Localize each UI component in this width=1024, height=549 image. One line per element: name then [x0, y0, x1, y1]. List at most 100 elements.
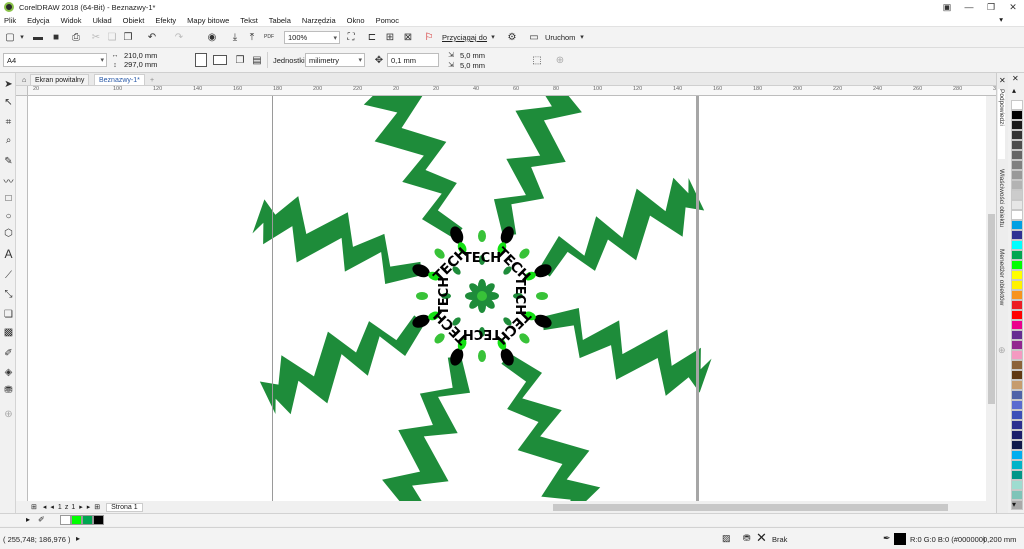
duplicate-y-field[interactable]: 5,0 mm — [457, 60, 517, 70]
new-tab-icon[interactable]: + — [146, 74, 158, 86]
vertical-scroll-thumb[interactable] — [988, 214, 995, 404]
menu-okno[interactable]: Okno — [347, 16, 365, 25]
artistic-media-icon[interactable]: 〰 — [2, 173, 15, 188]
green-leaf[interactable] — [517, 247, 531, 261]
palette-swatch[interactable] — [1011, 240, 1023, 250]
docker-close-icon[interactable]: ✕ — [999, 76, 1006, 85]
fill-bucket-icon[interactable]: ⛃ — [743, 533, 751, 544]
redo-icon[interactable]: ↷ — [172, 31, 186, 43]
all-pages-icon[interactable]: ❐ — [233, 53, 247, 67]
tab-document[interactable]: Beznazwy-1* — [94, 74, 145, 86]
page-frame-icon[interactable]: ⬚ — [530, 53, 544, 67]
pick-tool-icon[interactable]: ➤ — [2, 77, 15, 91]
center-dot[interactable] — [477, 291, 487, 301]
prev-page-icon[interactable]: ◂ — [50, 503, 54, 511]
close-button[interactable]: ✕ — [1002, 0, 1024, 14]
copy-icon[interactable]: ❏ — [106, 31, 118, 43]
outline-color-swatch[interactable] — [894, 533, 906, 545]
document-palette-swatch[interactable] — [71, 515, 82, 525]
green-zigzag-arm[interactable] — [531, 284, 717, 412]
horizontal-ruler[interactable]: 20 100 120 140 160 180 200 220 20 20 40 60 80 100 120 1… — [28, 86, 996, 96]
palette-swatch[interactable] — [1011, 160, 1023, 170]
print-icon[interactable]: ⎙ — [70, 31, 82, 43]
maximize-button[interactable]: ❐ — [980, 0, 1002, 14]
palette-swatch[interactable] — [1011, 390, 1023, 400]
show-guidelines-icon[interactable]: ⊠ — [402, 31, 414, 43]
page-tab-strona-1[interactable]: Strona 1 — [106, 502, 143, 512]
rectangle-tool-icon[interactable]: □ — [2, 191, 15, 205]
prev-first-icon[interactable]: ◂ — [43, 503, 47, 511]
export-icon[interactable]: ⤒ — [246, 31, 258, 43]
palette-swatch[interactable] — [1011, 470, 1023, 480]
palette-swatch[interactable] — [1011, 300, 1023, 310]
cut-icon[interactable]: ✂ — [90, 31, 102, 43]
outline-pen-icon[interactable]: ✒ — [883, 533, 891, 544]
smart-fill-icon[interactable]: ⛃ — [2, 383, 15, 397]
show-rulers-icon[interactable]: ⊏ — [366, 31, 378, 43]
polygon-tool-icon[interactable]: ⬡ — [2, 226, 15, 240]
palette-expand-icon[interactable]: ▸ — [26, 515, 30, 524]
launch-app-icon[interactable]: ▭ — [528, 31, 540, 43]
interactive-fill-icon[interactable]: ◈ — [2, 365, 15, 379]
palette-swatch[interactable] — [1011, 380, 1023, 390]
open-icon[interactable]: ▬ — [32, 31, 44, 43]
menu-tabela[interactable]: Tabela — [269, 16, 291, 25]
menu-uklad[interactable]: Układ — [92, 16, 111, 25]
connector-tool-icon[interactable]: ⤡ — [2, 287, 15, 301]
palette-swatch[interactable] — [1011, 200, 1023, 210]
document-palette-swatch[interactable] — [60, 515, 71, 525]
menu-narzedzia[interactable]: Narzędzia — [302, 16, 336, 25]
undo-icon[interactable]: ↶ — [145, 31, 159, 43]
palette-swatch[interactable] — [1011, 490, 1023, 500]
green-zigzag-arm[interactable] — [252, 296, 438, 424]
page-width-field[interactable]: 210,0 mm — [121, 51, 173, 60]
help-arrow-icon[interactable]: ▾ — [999, 15, 1003, 24]
palette-swatch[interactable] — [1011, 330, 1023, 340]
docker-tab-properties[interactable]: Właściwości obiektu — [998, 169, 1005, 239]
paste-icon[interactable]: ❐ — [122, 31, 134, 43]
home-tab-icon[interactable]: ⌂ — [18, 74, 30, 86]
new-document-icon[interactable]: ▢ — [4, 31, 16, 43]
green-leaf[interactable] — [478, 350, 486, 362]
new-dropdown-icon[interactable]: ▾ — [18, 31, 26, 43]
green-leaf[interactable] — [416, 292, 428, 300]
palette-swatch[interactable] — [1011, 170, 1023, 180]
launch-label[interactable]: Uruchom — [545, 33, 575, 42]
current-page-icon[interactable]: ▤ — [250, 53, 264, 67]
palette-swatch[interactable] — [1011, 460, 1023, 470]
units-select[interactable]: milimetry — [305, 53, 365, 67]
import-icon[interactable]: ⤓ — [229, 31, 241, 43]
docker-add-icon[interactable]: ⊕ — [998, 345, 1006, 356]
snap-dropdown-icon[interactable]: ▾ — [489, 31, 497, 43]
crop-tool-icon[interactable]: ⌗ — [2, 115, 15, 129]
tech-text[interactable]: TECH — [463, 326, 501, 341]
shape-tool-icon[interactable]: ↖ — [2, 95, 15, 109]
tab-welcome-screen[interactable]: Ekran powitalny — [30, 74, 90, 86]
options-gear-icon[interactable]: ⚙ — [506, 31, 518, 43]
menu-widok[interactable]: Widok — [61, 16, 82, 25]
document-palette-swatch[interactable] — [93, 515, 104, 525]
drawing-canvas[interactable]: TECH TECH TECH TECH TECH TECH TECH TECH — [28, 96, 996, 501]
palette-close-icon[interactable]: ✕ — [1012, 74, 1019, 83]
save-icon[interactable]: ■ — [50, 31, 62, 43]
zoom-select[interactable]: 100% — [284, 31, 340, 44]
vertical-scrollbar[interactable] — [986, 96, 996, 501]
tech-text[interactable]: TECH — [463, 251, 501, 266]
transparency-tool-icon[interactable]: ▩ — [2, 325, 15, 339]
menu-tekst[interactable]: Tekst — [240, 16, 258, 25]
add-page-end-icon[interactable]: ⊞ — [94, 503, 100, 511]
green-leaf[interactable] — [433, 247, 447, 261]
palette-swatch[interactable] — [1011, 210, 1023, 220]
green-zigzag-arm[interactable] — [526, 168, 712, 296]
palette-swatch[interactable] — [1011, 360, 1023, 370]
palette-swatch[interactable] — [1011, 430, 1023, 440]
menu-pomoc[interactable]: Pomoc — [376, 16, 399, 25]
palette-swatch[interactable] — [1011, 220, 1023, 230]
palette-swatch[interactable] — [1011, 290, 1023, 300]
palette-swatch[interactable] — [1011, 280, 1023, 290]
palette-swatch[interactable] — [1011, 370, 1023, 380]
search-content-icon[interactable]: ◉ — [206, 31, 218, 43]
menu-mapy-bitowe[interactable]: Mapy bitowe — [187, 16, 229, 25]
ellipse-tool-icon[interactable]: ○ — [2, 209, 15, 223]
palette-up-icon[interactable]: ▴ — [1012, 86, 1016, 95]
